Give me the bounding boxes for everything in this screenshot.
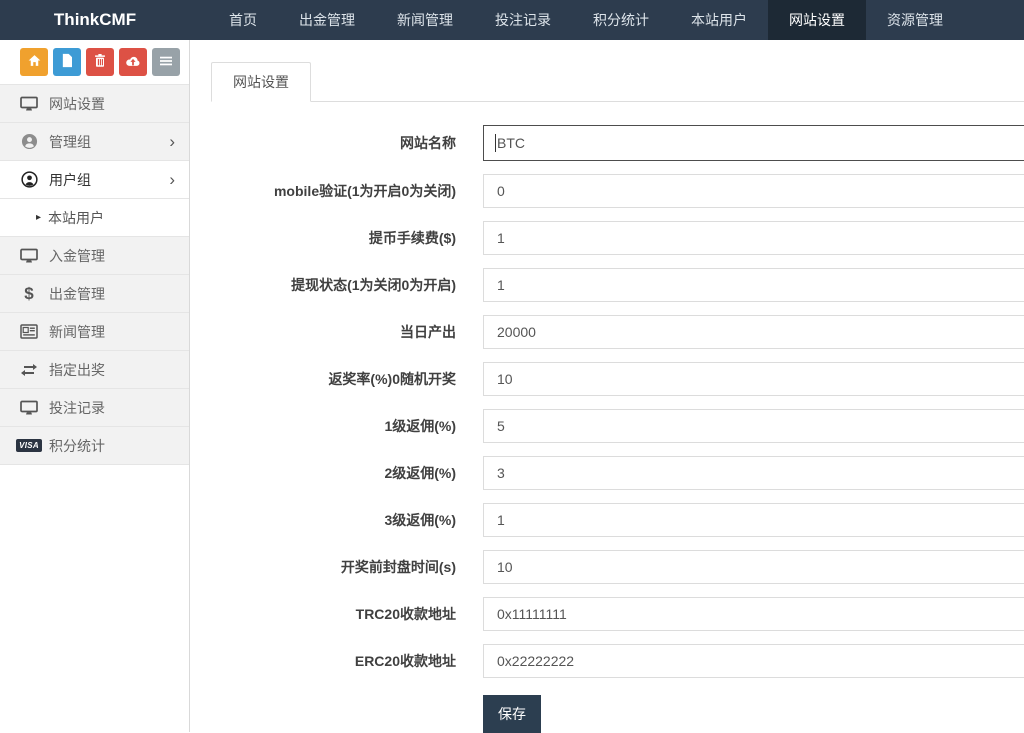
sidebar-item-label: 出金管理 bbox=[49, 284, 105, 304]
sidebar-item-label: 网站设置 bbox=[49, 94, 105, 114]
field-label: mobile验证(1为开启0为关闭) bbox=[211, 181, 483, 201]
daily-output-input[interactable] bbox=[483, 315, 1024, 349]
nav-item-resource-management[interactable]: 资源管理 bbox=[866, 0, 964, 40]
sidebar: 网站设置 管理组 › 用户组 › ▸ 本站用户 入金管理 $ bbox=[0, 40, 190, 732]
admin-user-icon bbox=[18, 133, 40, 150]
toolbar-cloud-button[interactable] bbox=[119, 48, 147, 76]
form-row: 提现状态(1为关闭0为开启) bbox=[211, 268, 1024, 302]
sidebar-item-label: 新闻管理 bbox=[49, 322, 105, 342]
sidebar-item-label: 管理组 bbox=[49, 132, 91, 152]
field-label: 网站名称 bbox=[211, 133, 483, 153]
sidebar-item-deposit[interactable]: 入金管理 bbox=[0, 237, 189, 275]
save-button[interactable]: 保存 bbox=[483, 695, 541, 733]
form-row: 网站名称 bbox=[211, 125, 1024, 161]
form-row: 1级返佣(%) bbox=[211, 409, 1024, 443]
form-row: ERC20收款地址 bbox=[211, 644, 1024, 678]
sidebar-item-site-settings[interactable]: 网站设置 bbox=[0, 85, 189, 123]
sidebar-menu: 网站设置 管理组 › 用户组 › ▸ 本站用户 入金管理 $ bbox=[0, 84, 189, 465]
erc20-address-input[interactable] bbox=[483, 644, 1024, 678]
nav-item-points-stats[interactable]: 积分统计 bbox=[572, 0, 670, 40]
trc20-address-input[interactable] bbox=[483, 597, 1024, 631]
monitor-icon bbox=[18, 96, 40, 112]
withdraw-fee-input[interactable] bbox=[483, 221, 1024, 255]
sidebar-item-withdraw[interactable]: $ 出金管理 bbox=[0, 275, 189, 313]
form-row: 3级返佣(%) bbox=[211, 503, 1024, 537]
field-label: 当日产出 bbox=[211, 322, 483, 342]
form-row: TRC20收款地址 bbox=[211, 597, 1024, 631]
field-label: 提币手续费($) bbox=[211, 228, 483, 248]
nav-item-home[interactable]: 首页 bbox=[208, 0, 278, 40]
trash-icon bbox=[93, 53, 107, 71]
toolbar-trash-button[interactable] bbox=[86, 48, 114, 76]
sidebar-item-assign-lottery[interactable]: 指定出奖 bbox=[0, 351, 189, 389]
nav-item-news-management[interactable]: 新闻管理 bbox=[376, 0, 474, 40]
sidebar-item-bet-records[interactable]: 投注记录 bbox=[0, 389, 189, 427]
form-row: 提币手续费($) bbox=[211, 221, 1024, 255]
field-label: 开奖前封盘时间(s) bbox=[211, 557, 483, 577]
sidebar-item-news[interactable]: 新闻管理 bbox=[0, 313, 189, 351]
sidebar-item-label: 指定出奖 bbox=[49, 360, 105, 380]
top-navbar: ThinkCMF 首页 出金管理 新闻管理 投注记录 积分统计 本站用户 网站设… bbox=[0, 0, 1024, 40]
field-label: 2级返佣(%) bbox=[211, 463, 483, 483]
field-label: 返奖率(%)0随机开奖 bbox=[211, 369, 483, 389]
field-label: 1级返佣(%) bbox=[211, 416, 483, 436]
rebate-level3-input[interactable] bbox=[483, 503, 1024, 537]
exchange-arrows-icon bbox=[18, 363, 40, 377]
form-row: 返奖率(%)0随机开奖 bbox=[211, 362, 1024, 396]
user-icon bbox=[18, 171, 40, 188]
withdraw-status-input[interactable] bbox=[483, 268, 1024, 302]
monitor-icon bbox=[18, 248, 40, 264]
newspaper-icon bbox=[18, 324, 40, 339]
chevron-right-icon: › bbox=[169, 171, 175, 188]
dollar-icon: $ bbox=[18, 284, 40, 304]
list-icon bbox=[159, 55, 173, 70]
settings-form: 网站名称 mobile验证(1为开启0为关闭) 提币手续费($) 提现状态(1为… bbox=[211, 125, 1024, 733]
mobile-verify-input[interactable] bbox=[483, 174, 1024, 208]
rebate-level1-input[interactable] bbox=[483, 409, 1024, 443]
nav-item-site-settings[interactable]: 网站设置 bbox=[768, 0, 866, 40]
rebate-level2-input[interactable] bbox=[483, 456, 1024, 490]
sidebar-item-label: 积分统计 bbox=[49, 436, 105, 456]
form-row: 开奖前封盘时间(s) bbox=[211, 550, 1024, 584]
sidebar-item-site-users[interactable]: ▸ 本站用户 bbox=[0, 199, 189, 237]
text-cursor bbox=[495, 134, 496, 152]
site-name-input[interactable] bbox=[483, 125, 1024, 161]
field-label: TRC20收款地址 bbox=[211, 604, 483, 624]
field-label: 提现状态(1为关闭0为开启) bbox=[211, 275, 483, 295]
chevron-right-icon: › bbox=[169, 133, 175, 150]
sidebar-item-label: 投注记录 bbox=[49, 398, 105, 418]
brand-logo: ThinkCMF bbox=[0, 0, 190, 40]
toolbar-list-button[interactable] bbox=[152, 48, 180, 76]
sidebar-item-user-group[interactable]: 用户组 › bbox=[0, 161, 189, 199]
sidebar-item-label: 用户组 bbox=[49, 170, 91, 190]
nav-item-bet-records[interactable]: 投注记录 bbox=[474, 0, 572, 40]
triangle-marker-icon: ▸ bbox=[36, 212, 41, 223]
sidebar-item-admin-group[interactable]: 管理组 › bbox=[0, 123, 189, 161]
form-row: 2级返佣(%) bbox=[211, 456, 1024, 490]
sidebar-item-label: 本站用户 bbox=[48, 208, 104, 228]
payout-rate-input[interactable] bbox=[483, 362, 1024, 396]
visa-card-icon: VISA bbox=[18, 439, 40, 452]
nav-item-site-users[interactable]: 本站用户 bbox=[670, 0, 768, 40]
main-nav: 首页 出金管理 新闻管理 投注记录 积分统计 本站用户 网站设置 资源管理 bbox=[208, 0, 964, 40]
field-label: ERC20收款地址 bbox=[211, 651, 483, 671]
form-row: 当日产出 bbox=[211, 315, 1024, 349]
sidebar-item-points-stats[interactable]: VISA 积分统计 bbox=[0, 427, 189, 465]
form-row: mobile验证(1为开启0为关闭) bbox=[211, 174, 1024, 208]
sidebar-item-label: 入金管理 bbox=[49, 246, 105, 266]
lock-time-input[interactable] bbox=[483, 550, 1024, 584]
home-icon bbox=[27, 53, 42, 71]
monitor-icon bbox=[18, 400, 40, 416]
cloud-upload-icon bbox=[125, 54, 141, 71]
toolbar-home-button[interactable] bbox=[20, 48, 48, 76]
sidebar-toolbar bbox=[0, 40, 189, 84]
field-label: 3级返佣(%) bbox=[211, 510, 483, 530]
file-icon bbox=[60, 53, 74, 71]
main-content: 网站设置 网站名称 mobile验证(1为开启0为关闭) 提币手续费($) 提现… bbox=[191, 40, 1024, 732]
tab-site-settings[interactable]: 网站设置 bbox=[211, 62, 311, 102]
tab-bar: 网站设置 bbox=[211, 62, 1024, 102]
toolbar-file-button[interactable] bbox=[53, 48, 81, 76]
nav-item-withdraw-management[interactable]: 出金管理 bbox=[278, 0, 376, 40]
